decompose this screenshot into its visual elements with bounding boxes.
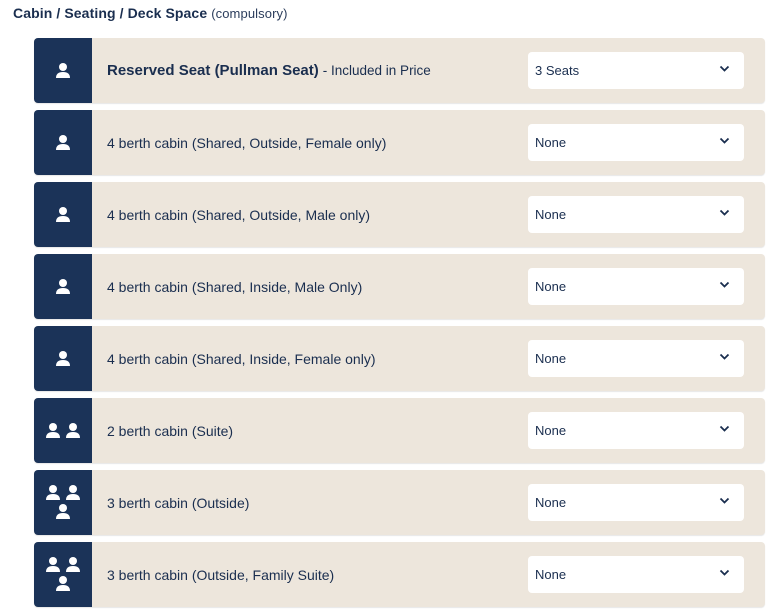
quantity-select[interactable]: None <box>528 556 744 593</box>
option-label: 3 berth cabin (Outside, Family Suite) <box>107 542 334 607</box>
quantity-select[interactable]: None <box>528 484 744 521</box>
select-value: None <box>535 351 567 366</box>
quantity-select[interactable]: None <box>528 412 744 449</box>
option-row: 3 berth cabin (Outside, Family Suite) No… <box>34 542 765 607</box>
option-name: 3 berth cabin (Outside) <box>107 494 250 511</box>
quantity-select[interactable]: None <box>528 340 744 377</box>
select-value: None <box>535 567 567 582</box>
single-person-icon <box>34 182 92 247</box>
single-person-icon <box>34 254 92 319</box>
single-person-icon <box>34 326 92 391</box>
option-label: 4 berth cabin (Shared, Outside, Female o… <box>107 110 386 175</box>
quantity-select[interactable]: None <box>528 196 744 233</box>
chevron-down-icon <box>719 569 730 576</box>
select-value: None <box>535 135 567 150</box>
chevron-down-icon <box>719 65 730 72</box>
option-row: 4 berth cabin (Shared, Outside, Female o… <box>34 110 765 175</box>
chevron-down-icon <box>719 425 730 432</box>
quantity-select[interactable]: None <box>528 268 744 305</box>
cabin-option-list: Reserved Seat (Pullman Seat) - Included … <box>34 38 765 614</box>
option-name: 4 berth cabin (Shared, Inside, Female on… <box>107 350 376 367</box>
option-name: 2 berth cabin (Suite) <box>107 422 234 439</box>
option-name: 4 berth cabin (Shared, Inside, Male Only… <box>107 278 363 295</box>
option-row: 2 berth cabin (Suite) None <box>34 398 765 463</box>
section-title: Cabin / Seating / Deck Space (compulsory… <box>13 5 288 21</box>
option-row: 4 berth cabin (Shared, Outside, Male onl… <box>34 182 765 247</box>
option-name: Reserved Seat (Pullman Seat) <box>107 62 319 79</box>
option-row: 4 berth cabin (Shared, Inside, Male Only… <box>34 254 765 319</box>
option-label: 2 berth cabin (Suite) <box>107 398 233 463</box>
option-row: Reserved Seat (Pullman Seat) - Included … <box>34 38 765 103</box>
quantity-select[interactable]: None <box>528 124 744 161</box>
option-price-note: - Included in Price <box>322 63 431 78</box>
single-person-icon <box>34 110 92 175</box>
compulsory-note: (compulsory) <box>211 6 288 21</box>
select-value: None <box>535 207 567 222</box>
three-person-icon <box>34 470 92 535</box>
chevron-down-icon <box>719 497 730 504</box>
select-value: None <box>535 495 567 510</box>
chevron-down-icon <box>719 209 730 216</box>
two-person-icon <box>34 398 92 463</box>
chevron-down-icon <box>719 353 730 360</box>
select-value: 3 Seats <box>535 63 580 78</box>
option-name: 4 berth cabin (Shared, Outside, Male onl… <box>107 206 371 223</box>
three-person-icon <box>34 542 92 607</box>
chevron-down-icon <box>719 137 730 144</box>
option-row: 4 berth cabin (Shared, Inside, Female on… <box>34 326 765 391</box>
select-value: None <box>535 423 567 438</box>
option-label: 4 berth cabin (Shared, Outside, Male onl… <box>107 182 370 247</box>
option-name: 3 berth cabin (Outside, Family Suite) <box>107 566 335 583</box>
single-person-icon <box>34 38 92 103</box>
option-label: Reserved Seat (Pullman Seat) - Included … <box>107 38 431 103</box>
section-title-text: Cabin / Seating / Deck Space <box>13 5 208 21</box>
quantity-select[interactable]: 3 Seats <box>528 52 744 89</box>
option-label: 3 berth cabin (Outside) <box>107 470 249 535</box>
select-value: None <box>535 279 567 294</box>
option-row: 3 berth cabin (Outside) None <box>34 470 765 535</box>
option-name: 4 berth cabin (Shared, Outside, Female o… <box>107 134 387 151</box>
option-label: 4 berth cabin (Shared, Inside, Male Only… <box>107 254 362 319</box>
chevron-down-icon <box>719 281 730 288</box>
option-label: 4 berth cabin (Shared, Inside, Female on… <box>107 326 375 391</box>
